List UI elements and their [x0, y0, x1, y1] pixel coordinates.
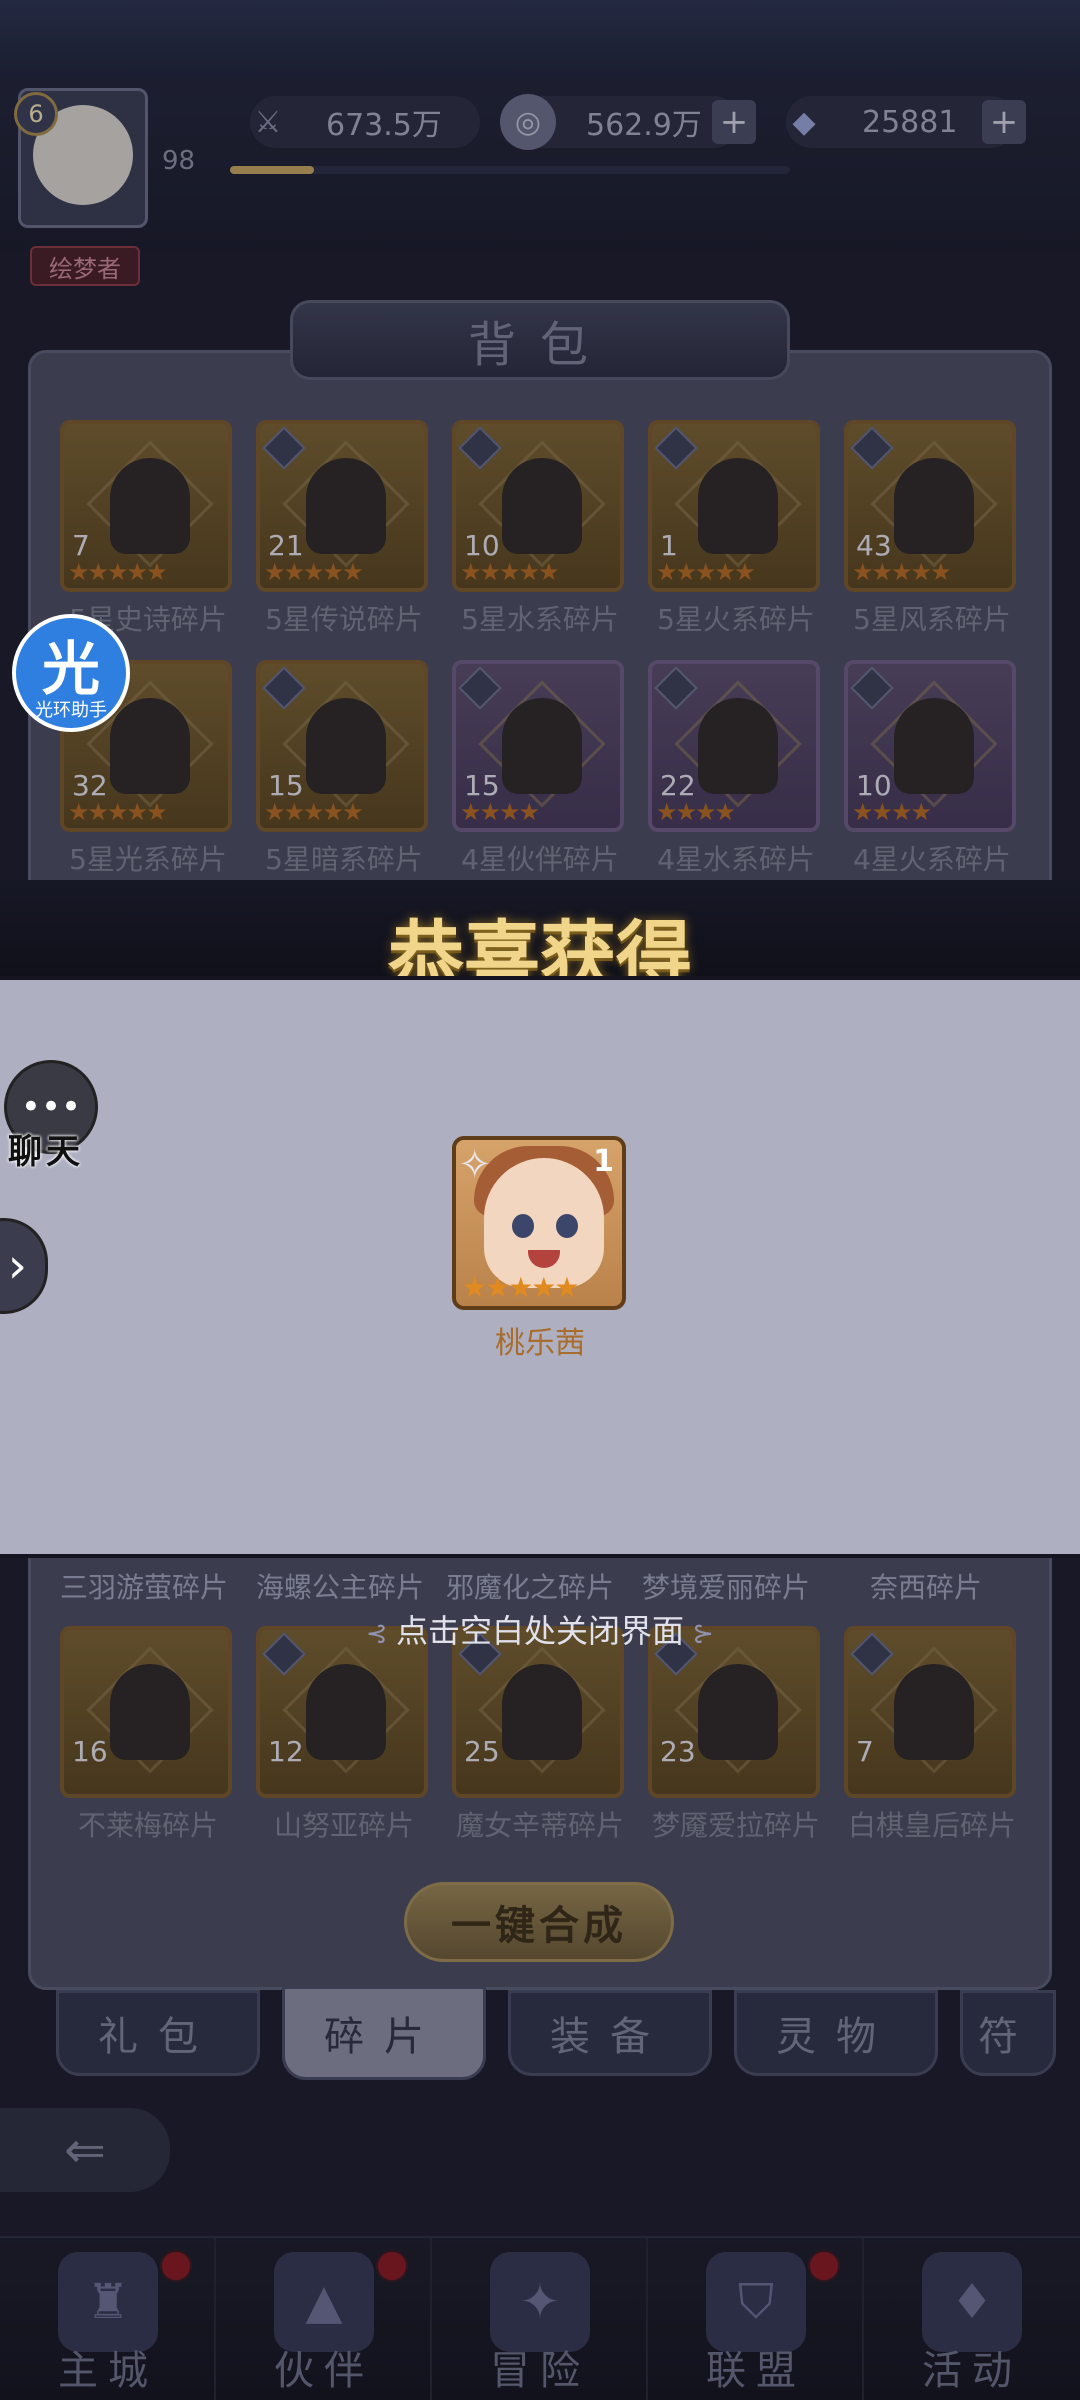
chat-bubble-icon: ••• [20, 1087, 82, 1127]
assistant-logo: 光 [41, 635, 100, 703]
chat-label: 聊天 [8, 1132, 84, 1172]
item-label: 海螺公主碎片 [256, 1571, 425, 1604]
reward-count: 1 [593, 1144, 614, 1179]
close-hint: ⊰ 点击空白处关闭界面 ⊱ [300, 1606, 780, 1652]
item-label: 梦境爱丽碎片 [642, 1571, 811, 1604]
character-eye [556, 1214, 578, 1238]
item-label: 三羽游萤碎片 [60, 1571, 229, 1604]
close-hint-text: 点击空白处关闭界面 [395, 1612, 684, 1650]
reward-stars: ★★★★★ [462, 1271, 580, 1304]
ornament-left-icon: ⊰ [365, 1619, 396, 1649]
character-eye [512, 1214, 534, 1238]
chevron-right-icon: › [7, 1238, 27, 1294]
item-label: 邪魔化之碎片 [446, 1571, 615, 1604]
character-portrait [484, 1158, 604, 1288]
halo-assistant-button[interactable]: 光 光环助手 [12, 614, 130, 732]
star-rank-icon: ✧ [458, 1142, 492, 1188]
item-label: 奈西碎片 [870, 1571, 983, 1604]
assistant-label: 光环助手 [35, 700, 107, 721]
hidden-row-labels: 三羽游萤碎片 海螺公主碎片 邪魔化之碎片 梦境爱丽碎片 奈西碎片 [60, 1566, 1020, 1606]
ornament-right-icon: ⊱ [684, 1619, 715, 1649]
reward-item-card[interactable]: ✧ 1 ★★★★★ [452, 1136, 626, 1310]
reward-name: 桃乐茜 [495, 1326, 585, 1361]
